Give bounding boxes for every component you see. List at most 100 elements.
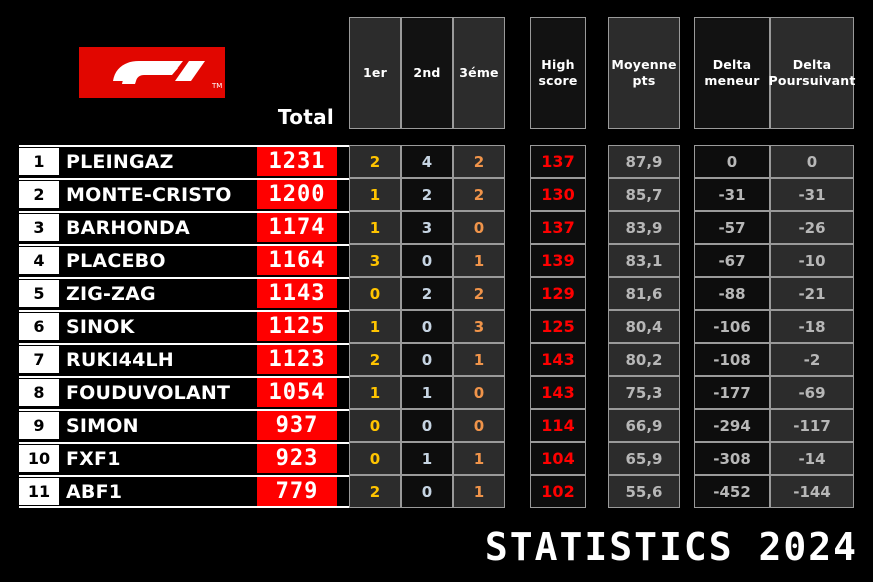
- cell-3eme: 2: [453, 277, 505, 310]
- total-score-badge: 779: [257, 477, 337, 506]
- cell-high-score: 143: [530, 343, 586, 376]
- cell-2nd: 0: [401, 310, 453, 343]
- cell-1er: 2: [349, 343, 401, 376]
- cell-delta-meneur: -31: [694, 178, 770, 211]
- header-label: 3éme: [459, 65, 499, 80]
- cell-delta-meneur: -308: [694, 442, 770, 475]
- total-score-badge: 1123: [257, 345, 337, 374]
- cell-1er: 2: [349, 145, 401, 178]
- header-label: 2nd: [413, 65, 441, 80]
- header-cell-1er: 1er: [349, 17, 401, 129]
- cell-1er: 1: [349, 178, 401, 211]
- cell-moyenne-pts: 87,9: [608, 145, 680, 178]
- table-row: 6 SINOK 1125 1 0 3 125 80,4 -106 -18: [0, 310, 873, 343]
- total-score-badge: 1125: [257, 312, 337, 341]
- rank-badge: 10: [19, 445, 59, 472]
- rank-badge: 2: [19, 181, 59, 208]
- cell-2nd: 0: [401, 343, 453, 376]
- cell-1er: 0: [349, 277, 401, 310]
- cell-high-score: 104: [530, 442, 586, 475]
- table-row: 7 RUKI44LH 1123 2 0 1 143 80,2 -108 -2: [0, 343, 873, 376]
- f1-logo: TM: [79, 47, 225, 98]
- table-row: 11 ABF1 779 2 0 1 102 55,6 -452 -144: [0, 475, 873, 508]
- cell-high-score: 143: [530, 376, 586, 409]
- cell-moyenne-pts: 85,7: [608, 178, 680, 211]
- table-row: 8 FOUDUVOLANT 1054 1 1 0 143 75,3 -177 -69: [0, 376, 873, 409]
- svg-text:TM: TM: [211, 82, 222, 90]
- cell-3eme: 2: [453, 145, 505, 178]
- header-label: Delta meneur: [704, 57, 760, 88]
- table-row: 1 PLEINGAZ 1231 2 4 2 137 87,9 0 0: [0, 145, 873, 178]
- cell-delta-meneur: -452: [694, 475, 770, 508]
- total-score-badge: 1200: [257, 180, 337, 209]
- cell-moyenne-pts: 83,9: [608, 211, 680, 244]
- table-row: 4 PLACEBO 1164 3 0 1 139 83,1 -67 -10: [0, 244, 873, 277]
- cell-1er: 0: [349, 409, 401, 442]
- standings-rows: 1 PLEINGAZ 1231 2 4 2 137 87,9 0 0 2 MONTE-CRISTO 12…: [0, 145, 873, 508]
- cell-high-score: 139: [530, 244, 586, 277]
- cell-1er: 1: [349, 211, 401, 244]
- page-title: STATISTICS 2024: [484, 525, 858, 569]
- cell-1er: 0: [349, 442, 401, 475]
- table-row: 3 BARHONDA 1174 1 3 0 137 83,9 -57 -26: [0, 211, 873, 244]
- table-row: 5 ZIG-ZAG 1143 0 2 2 129 81,6 -88 -21: [0, 277, 873, 310]
- total-score-badge: 937: [257, 411, 337, 440]
- cell-2nd: 0: [401, 475, 453, 508]
- cell-3eme: 1: [453, 244, 505, 277]
- player-name: ABF1: [66, 480, 123, 503]
- cell-delta-meneur: -57: [694, 211, 770, 244]
- cell-moyenne-pts: 75,3: [608, 376, 680, 409]
- player-name: PLEINGAZ: [66, 150, 174, 173]
- cell-2nd: 0: [401, 409, 453, 442]
- player-name: RUKI44LH: [66, 348, 174, 371]
- header-label: High score: [538, 57, 578, 88]
- cell-3eme: 3: [453, 310, 505, 343]
- player-name: FOUDUVOLANT: [66, 381, 231, 404]
- cell-3eme: 1: [453, 442, 505, 475]
- cell-delta-meneur: -88: [694, 277, 770, 310]
- cell-delta-poursuivant: 0: [770, 145, 854, 178]
- cell-moyenne-pts: 80,2: [608, 343, 680, 376]
- cell-delta-poursuivant: -2: [770, 343, 854, 376]
- cell-3eme: 0: [453, 409, 505, 442]
- header-label: Delta Poursuivant: [768, 57, 856, 88]
- cell-1er: 1: [349, 376, 401, 409]
- player-name: PLACEBO: [66, 249, 166, 272]
- header-label: 1er: [363, 65, 387, 80]
- table-row: 10 FXF1 923 0 1 1 104 65,9 -308 -14: [0, 442, 873, 475]
- cell-delta-poursuivant: -18: [770, 310, 854, 343]
- cell-high-score: 114: [530, 409, 586, 442]
- cell-2nd: 3: [401, 211, 453, 244]
- header-label: Moyenne pts: [611, 57, 677, 88]
- cell-delta-poursuivant: -69: [770, 376, 854, 409]
- cell-1er: 3: [349, 244, 401, 277]
- cell-3eme: 1: [453, 343, 505, 376]
- table-row: 2 MONTE-CRISTO 1200 1 2 2 130 85,7 -31 -31: [0, 178, 873, 211]
- cell-high-score: 137: [530, 145, 586, 178]
- header-cell-moyenne-pts: Moyenne pts: [608, 17, 680, 129]
- rank-badge: 3: [19, 214, 59, 241]
- total-column-label: Total: [277, 105, 335, 129]
- header-cell-3eme: 3éme: [453, 17, 505, 129]
- player-name: SIMON: [66, 414, 139, 437]
- cell-2nd: 1: [401, 442, 453, 475]
- cell-delta-poursuivant: -10: [770, 244, 854, 277]
- cell-2nd: 2: [401, 277, 453, 310]
- cell-3eme: 1: [453, 475, 505, 508]
- header-cell-delta-meneur: Delta meneur: [694, 17, 770, 129]
- cell-2nd: 0: [401, 244, 453, 277]
- total-score-badge: 1164: [257, 246, 337, 275]
- rank-badge: 11: [19, 478, 59, 505]
- cell-delta-poursuivant: -117: [770, 409, 854, 442]
- rank-badge: 6: [19, 313, 59, 340]
- cell-high-score: 102: [530, 475, 586, 508]
- cell-3eme: 0: [453, 376, 505, 409]
- cell-delta-poursuivant: -31: [770, 178, 854, 211]
- player-name: MONTE-CRISTO: [66, 183, 232, 206]
- header-cell-high-score: High score: [530, 17, 586, 129]
- cell-high-score: 137: [530, 211, 586, 244]
- cell-delta-poursuivant: -21: [770, 277, 854, 310]
- rank-badge: 1: [19, 148, 59, 175]
- total-score-badge: 923: [257, 444, 337, 473]
- rank-badge: 5: [19, 280, 59, 307]
